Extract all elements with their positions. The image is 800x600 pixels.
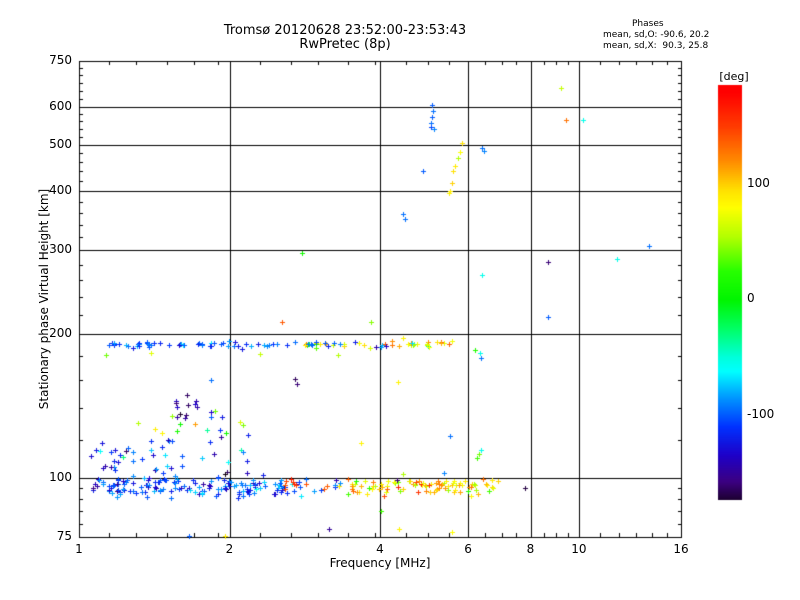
x-tick-label: 6 (464, 542, 472, 556)
colorbar-unit-label: [deg] (719, 70, 749, 83)
x-tick-label: 16 (673, 542, 689, 556)
phases-annotation-x-mode: mean, sd,X: 90.3, 25.8 (603, 41, 709, 51)
chart-subtitle: RwPretec (8p) (299, 37, 391, 52)
colorbar-tick-label: -100 (747, 406, 775, 421)
chart-title: Tromsø 20120628 23:52:00-23:53:43 (223, 23, 467, 38)
y-tick-label: 400 (49, 182, 72, 197)
x-tick-label: 2 (225, 542, 234, 556)
y-tick-label: 100 (49, 469, 72, 484)
x-tick-label: 4 (376, 542, 384, 556)
y-tick-label: 750 (49, 53, 72, 67)
colorbar-tick-label: 100 (747, 176, 770, 191)
y-tick-label: 600 (49, 99, 72, 114)
x-tick-label: 8 (526, 542, 535, 556)
x-axis-title: Frequency [MHz] (329, 556, 431, 570)
y-axis-title: Stationary phase Virtual Height [km] (37, 188, 51, 410)
y-tick-label: 200 (49, 326, 72, 341)
phases-annotation-o-mode: mean, sd,O: -90.6, 20.2 (603, 30, 710, 40)
y-tick-label: 75 (56, 529, 72, 543)
phases-annotation-title: Phases (632, 19, 664, 29)
ionogram-figure: Tromsø 20120628 23:52:00-23:53:43 RwPret… (0, 0, 800, 600)
chart-canvas (0, 0, 800, 600)
colorbar-tick-label: 0 (747, 291, 755, 306)
x-tick-label: 1 (75, 542, 83, 556)
y-tick-label: 300 (49, 242, 72, 257)
x-tick-label: 10 (571, 542, 587, 556)
y-tick-label: 500 (49, 136, 72, 151)
